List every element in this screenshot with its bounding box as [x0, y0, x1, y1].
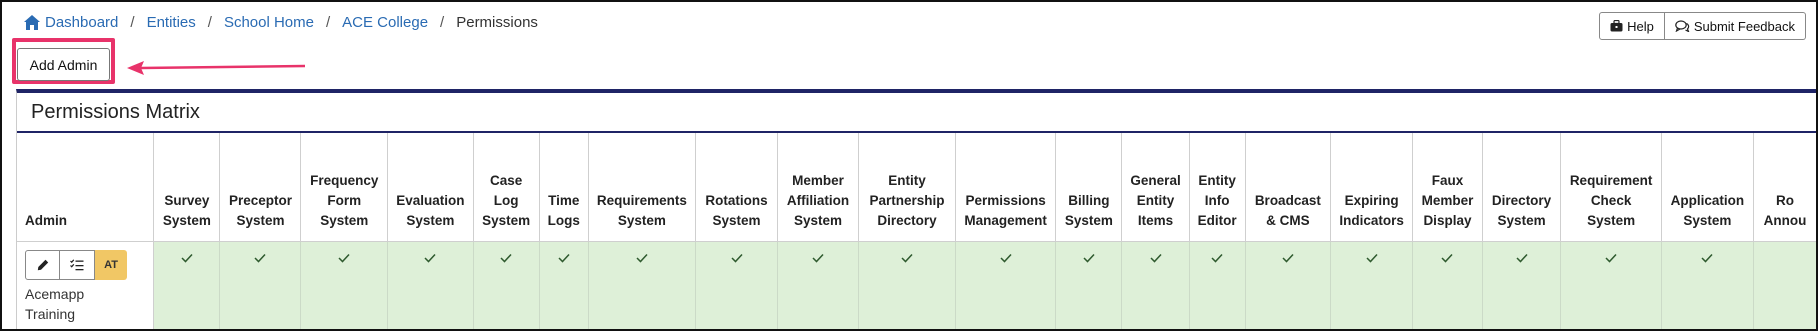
breadcrumb: Dashboard / Entities / School Home / ACE…: [24, 14, 538, 31]
check-icon: [1516, 253, 1528, 263]
column-header: General Entity Items: [1121, 133, 1190, 242]
column-header: Survey System: [153, 133, 221, 242]
breadcrumb-current: Permissions: [456, 14, 538, 31]
home-icon: [24, 15, 40, 30]
admin-name: Acemapp Training: [25, 286, 85, 322]
list-check-icon: [70, 259, 84, 271]
column-header: Entity Partnership Directory: [858, 133, 956, 242]
permission-cell[interactable]: [1412, 241, 1483, 329]
permission-cell[interactable]: [1661, 241, 1755, 329]
permission-cell[interactable]: [858, 241, 956, 329]
column-header: Billing System: [1055, 133, 1123, 242]
help-button[interactable]: Help: [1599, 12, 1665, 40]
submit-feedback-label: Submit Feedback: [1693, 18, 1795, 34]
breadcrumb-entities[interactable]: Entities: [147, 14, 196, 31]
check-icon: [338, 253, 350, 263]
column-header: Expiring Indicators: [1330, 133, 1414, 242]
permissions-matrix-panel: Permissions Matrix Admin Survey System Pr…: [16, 89, 1816, 329]
permission-cell[interactable]: [1753, 241, 1816, 329]
submit-feedback-button[interactable]: Submit Feedback: [1664, 12, 1806, 40]
breadcrumb-school-home[interactable]: School Home: [224, 14, 314, 31]
check-icon: [500, 253, 512, 263]
briefcase-icon: [1610, 20, 1623, 32]
column-header: Frequency Form System: [300, 133, 389, 242]
pencil-icon: [37, 259, 48, 271]
manage-permissions-button[interactable]: [60, 250, 95, 280]
permission-cell[interactable]: [1330, 241, 1414, 329]
check-icon: [424, 253, 436, 263]
check-icon: [181, 253, 193, 263]
column-header: Entity Info Editor: [1189, 133, 1246, 242]
check-icon: [1083, 253, 1095, 263]
column-header: Faux Member Display: [1412, 133, 1483, 242]
breadcrumb-separator: /: [207, 14, 212, 31]
check-icon: [901, 253, 913, 263]
column-header: Requirement Check System: [1560, 133, 1662, 242]
check-icon: [1441, 253, 1454, 263]
permission-cell[interactable]: [473, 241, 540, 329]
check-icon: [812, 253, 824, 263]
column-header-admin: Admin: [17, 133, 155, 242]
column-header: Ro Annou: [1753, 133, 1816, 242]
check-icon: [636, 253, 648, 263]
column-header: Rotations System: [695, 133, 779, 242]
page-frame: Dashboard / Entities / School Home / ACE…: [0, 0, 1818, 331]
check-icon: [1605, 253, 1617, 263]
check-icon: [1701, 253, 1713, 263]
table-header-row: Admin Survey System Preceptor System Frequ…: [17, 133, 1816, 242]
permission-cell[interactable]: [1245, 241, 1332, 329]
admin-initials-badge[interactable]: AT: [95, 250, 127, 280]
column-header: Time Logs: [539, 133, 589, 242]
chat-bubbles-icon: [1675, 20, 1690, 32]
panel-title: Permissions Matrix: [17, 93, 1816, 133]
check-icon: [1150, 253, 1162, 263]
check-icon: [558, 253, 570, 263]
column-header: Broadcast & CMS: [1245, 133, 1332, 242]
permission-cell[interactable]: [955, 241, 1057, 329]
add-admin-button[interactable]: Add Admin: [17, 48, 110, 81]
permission-cell[interactable]: [588, 241, 696, 329]
help-label: Help: [1627, 18, 1654, 34]
breadcrumb-separator: /: [440, 14, 445, 31]
check-icon: [1000, 253, 1012, 263]
check-icon: [1211, 253, 1223, 263]
permission-cell[interactable]: [1055, 241, 1123, 329]
column-header: Preceptor System: [219, 133, 302, 242]
column-header: Case Log System: [473, 133, 540, 242]
breadcrumb-separator: /: [130, 14, 135, 31]
check-icon: [254, 253, 267, 263]
check-icon: [1366, 253, 1378, 263]
column-header: Directory System: [1482, 133, 1562, 242]
breadcrumb-separator: /: [325, 14, 331, 31]
column-header: Permissions Management: [955, 133, 1057, 242]
permission-cell[interactable]: [539, 241, 589, 329]
permission-cell[interactable]: [777, 241, 860, 329]
column-header: Application System: [1661, 133, 1755, 242]
table-row: AT Acemapp Training: [17, 241, 1816, 329]
permission-cell[interactable]: [1121, 241, 1190, 329]
breadcrumb-dashboard[interactable]: Dashboard: [45, 14, 118, 31]
permissions-table: Admin Survey System Preceptor System Frequ…: [17, 133, 1816, 329]
check-icon: [730, 253, 743, 263]
breadcrumb-ace-college[interactable]: ACE College: [342, 14, 428, 31]
check-icon: [1282, 253, 1294, 263]
admin-cell: AT Acemapp Training: [17, 241, 155, 329]
permission-cell[interactable]: [387, 241, 474, 329]
permission-cell[interactable]: [153, 241, 221, 329]
permission-cell[interactable]: [695, 241, 779, 329]
admin-actions: AT: [25, 250, 153, 280]
permission-cell[interactable]: [300, 241, 389, 329]
permission-cell[interactable]: [219, 241, 302, 329]
column-header: Requirements System: [588, 133, 696, 242]
header-button-group: Help Submit Feedback: [1599, 12, 1806, 40]
edit-admin-button[interactable]: [25, 250, 60, 280]
column-header: Member Affiliation System: [777, 133, 860, 242]
arrow-icon: [127, 61, 306, 75]
permission-cell[interactable]: [1482, 241, 1562, 329]
column-header: Evaluation System: [387, 133, 474, 242]
permission-cell[interactable]: [1189, 241, 1246, 329]
permission-cell[interactable]: [1560, 241, 1662, 329]
